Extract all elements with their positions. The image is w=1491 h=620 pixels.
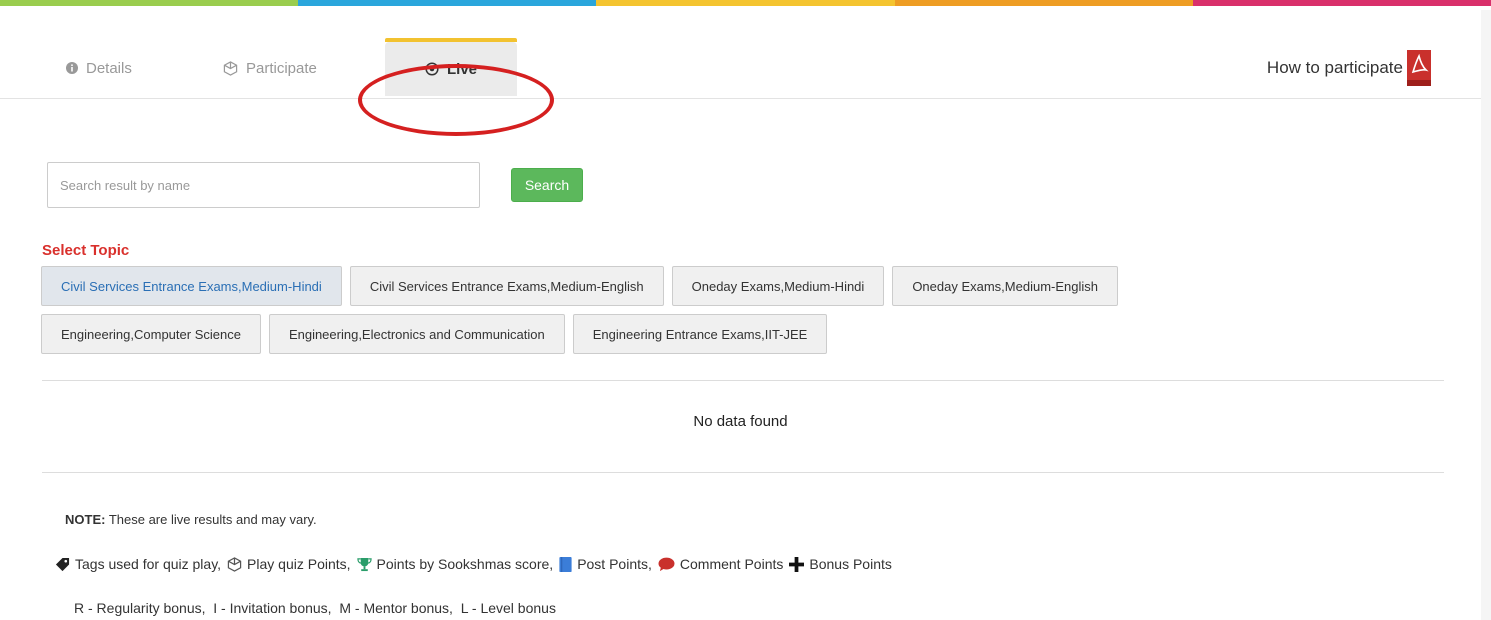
divider (42, 380, 1444, 381)
topic-chip[interactable]: Engineering,Electronics and Communicatio… (268, 314, 565, 354)
note-body: These are live results and may vary. (105, 512, 317, 527)
search-button[interactable]: Search (511, 168, 583, 202)
tab-live[interactable]: Live (385, 42, 517, 96)
legend-label: Tags used for quiz play, (75, 556, 222, 572)
topic-chip[interactable]: Engineering,Computer Science (41, 314, 261, 354)
topic-chip[interactable]: Civil Services Entrance Exams,Medium-Hin… (41, 266, 342, 306)
legend-label: Bonus Points (809, 556, 892, 572)
topic-chip[interactable]: Oneday Exams,Medium-English (892, 266, 1119, 306)
search-input[interactable] (47, 162, 480, 208)
tag-icon (55, 557, 70, 572)
topic-chip[interactable]: Civil Services Entrance Exams,Medium-Eng… (349, 266, 664, 306)
legend-item-play-quiz: Play quiz Points, (227, 556, 351, 572)
points-legend: Tags used for quiz play, Play quiz Point… (55, 556, 898, 572)
tab-live-label: Live (446, 60, 477, 78)
tab-participate[interactable]: Participate (223, 46, 317, 90)
topic-chip[interactable]: Oneday Exams,Medium-Hindi (671, 266, 885, 306)
info-icon (66, 62, 78, 74)
trophy-icon (356, 557, 372, 572)
empty-state-message: No data found (693, 413, 788, 430)
bonus-legend: R - Regularity bonus, I - Invitation bon… (74, 600, 556, 616)
legend-item-post: Post Points, (559, 556, 652, 572)
color-top-bar (0, 0, 1491, 10)
how-to-participate-link[interactable]: How to participate (1267, 50, 1433, 86)
divider (42, 472, 1444, 473)
legend-item-tags: Tags used for quiz play, (55, 556, 221, 572)
legend-label: Comment Points (679, 556, 784, 572)
legend-item-comment: Comment Points (658, 556, 783, 572)
legend-item-bonus: Bonus Points (789, 556, 892, 572)
tab-details-label: Details (86, 59, 132, 77)
plus-icon (789, 556, 805, 572)
cube-icon (227, 556, 242, 572)
pdf-icon (1405, 50, 1433, 86)
tab-details[interactable]: Details (66, 46, 132, 90)
note-text: NOTE: These are live results and may var… (65, 512, 317, 527)
tab-participate-label: Participate (246, 59, 317, 77)
book-icon (559, 556, 572, 572)
topic-chip[interactable]: Engineering Entrance Exams,IIT-JEE (572, 314, 828, 354)
legend-label: Points by Sookshmas score, (376, 556, 554, 572)
how-to-participate-label: How to participate (1266, 58, 1403, 77)
tab-bar: Details Participate Live (0, 38, 1481, 136)
comment-icon (658, 557, 675, 572)
note-label: NOTE: (65, 512, 106, 527)
legend-label: Play quiz Points, (247, 556, 351, 572)
radio-dot-icon (425, 62, 439, 76)
topic-list: Civil Services Entrance Exams,Medium-Hin… (41, 266, 1301, 362)
cube-icon (223, 60, 238, 76)
legend-label: Post Points, (577, 556, 652, 572)
scroll-track (1481, 10, 1491, 620)
legend-item-sookshmas: Points by Sookshmas score, (356, 556, 554, 572)
select-topic-label: Select Topic (42, 242, 130, 259)
